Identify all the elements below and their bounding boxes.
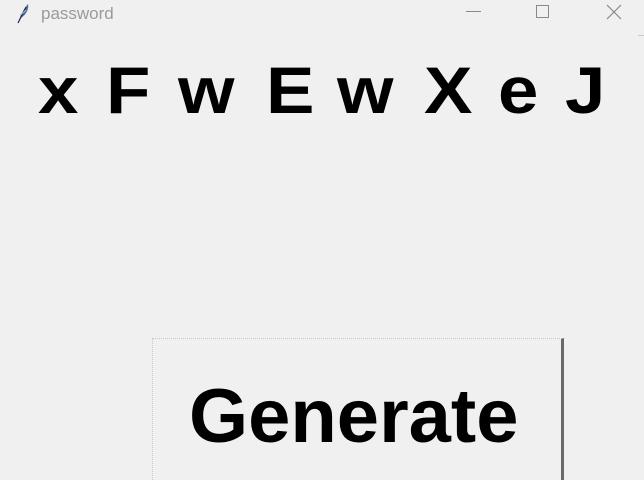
close-icon [606,4,622,20]
password-char: J [565,53,606,127]
title-bar[interactable]: password [0,0,644,28]
feather-icon [17,4,29,24]
password-char: E [266,53,315,127]
password-char: w [178,53,235,127]
password-char: X [424,53,473,127]
maximize-icon [536,5,549,18]
password-char: w [337,53,394,127]
window-edge-divider [638,35,644,36]
maximize-button[interactable] [520,0,566,28]
minimize-icon [466,11,481,12]
minimize-button[interactable] [450,0,496,28]
password-char: e [498,53,539,127]
password-display: x F w E w X e J [0,50,644,130]
password-char: x [38,53,79,127]
app-window: password x F w E w X e J Generate [0,0,644,480]
password-char: F [106,53,151,127]
window-title: password [41,4,114,23]
generate-button-label: Generate [189,374,519,459]
close-button[interactable] [590,0,636,28]
generate-button[interactable]: Generate [152,338,564,480]
